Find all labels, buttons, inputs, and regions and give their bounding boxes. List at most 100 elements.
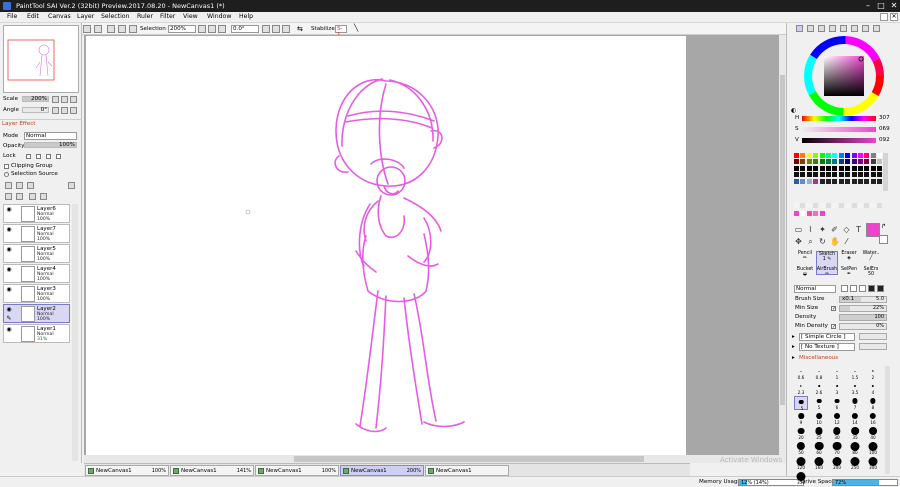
color-swatch[interactable] bbox=[870, 165, 876, 171]
brush-size-preset[interactable]: 1.5 bbox=[848, 366, 862, 380]
color-swatch[interactable] bbox=[877, 153, 883, 158]
empty-swatch[interactable] bbox=[864, 203, 870, 208]
recent-swatch[interactable] bbox=[794, 211, 799, 216]
brush-size-preset[interactable]: 3 bbox=[830, 381, 844, 395]
navigator[interactable] bbox=[3, 25, 79, 93]
visibility-eye-icon[interactable]: ◉ bbox=[5, 326, 13, 334]
color-swatch[interactable] bbox=[826, 159, 831, 165]
brush-size-preset[interactable]: 8 bbox=[866, 396, 880, 410]
color-swatch[interactable] bbox=[826, 178, 831, 184]
visibility-eye-icon[interactable]: ◉ bbox=[5, 246, 13, 254]
brush-size-preset[interactable]: 5 bbox=[812, 396, 826, 410]
color-swatch[interactable] bbox=[851, 165, 857, 171]
layer-item[interactable]: ◉ Layer4 Normal 100% bbox=[3, 264, 70, 283]
brush-size-preset[interactable]: 0.6 bbox=[794, 366, 808, 380]
brush-size-preset[interactable]: 4 bbox=[866, 381, 880, 395]
brush-size-preset[interactable]: 300 bbox=[866, 456, 880, 470]
canvas-tab[interactable]: NewCanvas1 141% bbox=[170, 465, 254, 476]
min-size-checkbox[interactable]: ✓ bbox=[831, 306, 836, 312]
color-swatch[interactable] bbox=[870, 178, 876, 184]
color-swatch[interactable] bbox=[832, 159, 838, 165]
vertical-scroll-thumb[interactable] bbox=[780, 75, 785, 405]
color-swatch[interactable] bbox=[864, 153, 870, 158]
swap-colors-icon[interactable]: ↱ bbox=[881, 223, 888, 230]
color-swatch[interactable] bbox=[794, 153, 799, 158]
visibility-eye-icon[interactable]: ◉ bbox=[5, 206, 13, 214]
color-swatch[interactable] bbox=[819, 165, 825, 171]
clipping-group-checkbox[interactable] bbox=[4, 164, 9, 169]
color-swatch[interactable] bbox=[806, 153, 812, 158]
color-swatch[interactable] bbox=[877, 159, 883, 165]
empty-swatch[interactable] bbox=[794, 203, 799, 208]
brush-size-preset[interactable]: 6 bbox=[830, 396, 844, 410]
menu-edit[interactable]: Edit bbox=[27, 13, 39, 20]
layer-options-icon[interactable] bbox=[68, 182, 75, 189]
saturation-slider[interactable] bbox=[802, 127, 876, 132]
color-swatch[interactable] bbox=[794, 178, 799, 184]
color-swatch[interactable] bbox=[858, 178, 863, 184]
color-swatch[interactable] bbox=[794, 165, 799, 171]
color-swatch[interactable] bbox=[826, 153, 831, 158]
shape-soft-icon[interactable] bbox=[850, 285, 857, 292]
menu-window[interactable]: Window bbox=[207, 13, 231, 20]
brush-size-preset[interactable]: 80 bbox=[848, 441, 862, 455]
maximize-button[interactable]: □ bbox=[875, 0, 887, 12]
color-wheel-tab-icon[interactable] bbox=[796, 25, 803, 32]
brush-size-preset[interactable]: 2.6 bbox=[812, 381, 826, 395]
brush-size-preset[interactable]: 30 bbox=[830, 426, 844, 440]
delete-layer-icon[interactable] bbox=[40, 193, 47, 200]
layer-item[interactable]: ◉ Layer6 Normal 100% bbox=[3, 204, 70, 223]
hue-slider[interactable] bbox=[802, 116, 876, 121]
brush-size-preset[interactable]: 40 bbox=[866, 426, 880, 440]
color-swatch[interactable] bbox=[832, 165, 838, 171]
horizontal-scroll-thumb[interactable] bbox=[294, 456, 644, 462]
brush-size-preset[interactable]: 3.5 bbox=[848, 381, 862, 395]
brush-size-preset[interactable]: 0.8 bbox=[812, 366, 826, 380]
brush-shape-select[interactable]: [ Simple Circle ] bbox=[799, 333, 855, 341]
lock-transparency-checkbox[interactable] bbox=[26, 154, 31, 159]
hand-icon[interactable]: ✋ bbox=[830, 237, 840, 246]
min-density-checkbox[interactable]: ✓ bbox=[831, 324, 836, 330]
vertical-scrollbar[interactable] bbox=[779, 35, 786, 463]
color-swatch[interactable] bbox=[819, 172, 825, 178]
merge-down-icon[interactable] bbox=[16, 193, 23, 200]
rotate-reset-icon[interactable] bbox=[282, 25, 290, 33]
expand-shape-icon[interactable]: ▸ bbox=[792, 334, 795, 340]
recent-swatch[interactable] bbox=[806, 211, 812, 216]
brush-size-preset[interactable]: 100 bbox=[866, 441, 880, 455]
stabilizer-field[interactable]: S-1 bbox=[335, 25, 347, 38]
brush-size-preset[interactable]: 25 bbox=[812, 426, 826, 440]
magic-wand-icon[interactable]: ✦ bbox=[818, 225, 827, 234]
brush-texture-strength[interactable] bbox=[859, 343, 887, 350]
min-size-slider[interactable]: 22% bbox=[839, 305, 887, 312]
clear-layer-icon[interactable] bbox=[29, 193, 36, 200]
lock-paint-checkbox[interactable] bbox=[36, 154, 41, 159]
scale-slider[interactable]: 200% bbox=[22, 96, 49, 102]
menu-filter[interactable]: Filter bbox=[160, 13, 175, 20]
layer-item[interactable]: ◉ Layer1 Normal 31% bbox=[3, 324, 70, 343]
shape-solid-icon[interactable] bbox=[868, 285, 875, 292]
selection-source-radio[interactable] bbox=[4, 172, 9, 177]
brush-size-preset[interactable]: 160 bbox=[812, 456, 826, 470]
close-button[interactable]: ✕ bbox=[888, 0, 900, 12]
empty-swatch[interactable] bbox=[838, 203, 844, 208]
color-swatch[interactable] bbox=[845, 165, 851, 171]
zoom-in-icon[interactable] bbox=[208, 25, 216, 33]
color-swatch[interactable] bbox=[794, 159, 799, 165]
brush-size-preset[interactable]: 16 bbox=[866, 411, 880, 425]
scale-plus-icon[interactable] bbox=[61, 96, 68, 103]
color-swatch[interactable] bbox=[870, 172, 876, 178]
visibility-eye-icon[interactable]: ◉ bbox=[5, 266, 13, 274]
color-swatch[interactable] bbox=[813, 178, 819, 184]
color-swatch[interactable] bbox=[838, 153, 844, 158]
layer-scrollbar[interactable] bbox=[72, 204, 78, 461]
color-swatch[interactable] bbox=[845, 153, 851, 158]
color-swatch[interactable] bbox=[806, 178, 812, 184]
blend-mode-select[interactable]: Normal bbox=[24, 132, 77, 140]
eyedropper-icon[interactable]: ✐ bbox=[830, 225, 839, 234]
color-swap-icon[interactable]: ◐ bbox=[791, 107, 801, 115]
color-swatch[interactable] bbox=[877, 178, 883, 184]
canvas-tab-active[interactable]: NewCanvas1 200% bbox=[340, 465, 424, 476]
color-swatch[interactable] bbox=[806, 165, 812, 171]
angle-ccw-icon[interactable] bbox=[52, 107, 59, 114]
